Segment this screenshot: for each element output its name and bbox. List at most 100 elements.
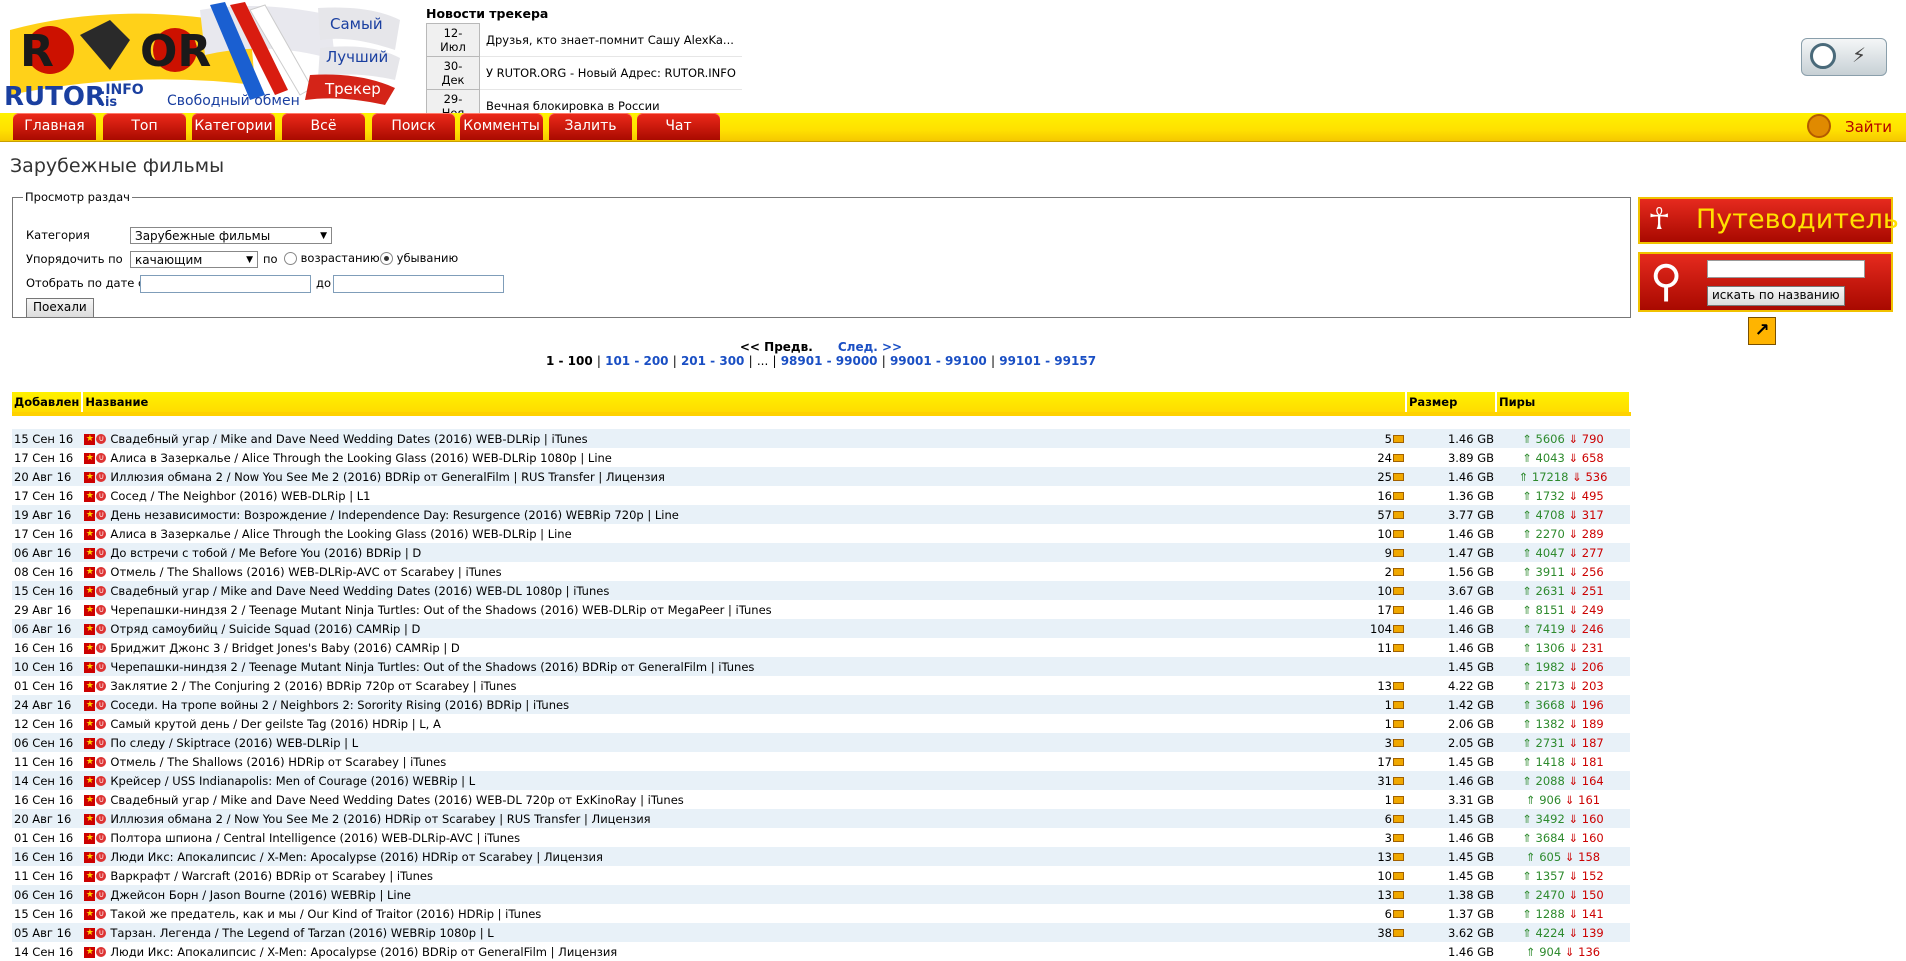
lightning-icon[interactable]: ⚡: [1852, 43, 1866, 67]
torrent-link[interactable]: Заклятие 2 / The Conjuring 2 (2016) BDRi…: [110, 679, 516, 693]
search-input[interactable]: [1707, 260, 1865, 278]
sort-desc-option[interactable]: убыванию: [380, 251, 458, 265]
magnet-icon[interactable]: ∪: [96, 757, 107, 767]
row-comments[interactable]: 5: [1342, 429, 1406, 448]
magnet-icon[interactable]: ∪: [96, 890, 107, 900]
search-button[interactable]: искать по названию: [1707, 286, 1845, 306]
category-select[interactable]: Зарубежные фильмы ▼: [130, 227, 332, 244]
magnet-icon[interactable]: ∪: [96, 719, 107, 729]
download-icon[interactable]: ★: [84, 433, 96, 445]
row-comments[interactable]: 13: [1342, 885, 1406, 904]
torrent-link[interactable]: По следу / Skiptrace (2016) WEB-DLRip | …: [110, 736, 358, 750]
download-icon[interactable]: ★: [84, 889, 96, 901]
row-comments[interactable]: 1: [1342, 695, 1406, 714]
row-comments[interactable]: 1: [1342, 714, 1406, 733]
login-widget[interactable]: ⚡: [1801, 38, 1887, 76]
row-comments[interactable]: 17: [1342, 752, 1406, 771]
magnet-icon[interactable]: ∪: [96, 738, 107, 748]
header-name[interactable]: Название: [82, 392, 1407, 416]
torrent-link[interactable]: Черепашки-ниндзя 2 / Teenage Mutant Ninj…: [110, 660, 754, 674]
row-comments[interactable]: 1: [1342, 790, 1406, 809]
torrent-link[interactable]: Отмель / The Shallows (2016) HDRip от Sc…: [110, 755, 446, 769]
torrent-link[interactable]: Джейсон Борн / Jason Bourne (2016) WEBRi…: [110, 888, 411, 902]
news-item[interactable]: 30-Дек У RUTOR.ORG - Новый Адрес: RUTOR.…: [426, 56, 742, 90]
torrent-link[interactable]: Отмель / The Shallows (2016) WEB-DLRip-A…: [110, 565, 501, 579]
row-comments[interactable]: 16: [1342, 486, 1406, 505]
torrent-link[interactable]: Люди Икс: Апокалипсис / X-Men: Apocalyps…: [110, 850, 603, 864]
drop-icon[interactable]: [1810, 43, 1836, 69]
date-to-input[interactable]: [333, 275, 504, 293]
row-comments[interactable]: 57: [1342, 505, 1406, 524]
download-icon[interactable]: ★: [84, 661, 96, 673]
download-icon[interactable]: ★: [84, 775, 96, 787]
download-icon[interactable]: ★: [84, 604, 96, 616]
pager-next-link[interactable]: След. >>: [838, 340, 902, 354]
torrent-link[interactable]: Алиса в Зазеркалье / Alice Through the L…: [110, 451, 612, 465]
news-text[interactable]: У RUTOR.ORG - Новый Адрес: RUTOR.INFO: [479, 56, 742, 90]
magnet-icon[interactable]: ∪: [96, 605, 107, 615]
torrent-link[interactable]: Крейсер / USS Indianapolis: Men of Coura…: [110, 774, 475, 788]
download-icon[interactable]: ★: [84, 680, 96, 692]
download-icon[interactable]: ★: [84, 471, 96, 483]
download-icon[interactable]: ★: [84, 547, 96, 559]
row-comments[interactable]: 25: [1342, 467, 1406, 486]
magnet-icon[interactable]: ∪: [96, 909, 107, 919]
pager-link[interactable]: 99101 - 99157: [999, 354, 1096, 368]
download-icon[interactable]: ★: [84, 566, 96, 578]
download-icon[interactable]: ★: [84, 718, 96, 730]
sort-desc-radio[interactable]: [380, 252, 393, 265]
magnet-icon[interactable]: ∪: [96, 871, 107, 881]
download-icon[interactable]: ★: [84, 832, 96, 844]
download-icon[interactable]: ★: [84, 623, 96, 635]
news-text[interactable]: Друзья, кто знает-помнит Сашу AlexKa...: [479, 23, 742, 57]
arrow-up-right-icon[interactable]: ↗: [1748, 317, 1776, 345]
magnet-icon[interactable]: ∪: [96, 681, 107, 691]
site-logo[interactable]: R OR RUTOR .INFO .is Самый Лучший Трекер…: [0, 0, 410, 112]
menu-item-all[interactable]: Всё: [282, 113, 365, 140]
magnet-icon[interactable]: ∪: [96, 643, 107, 653]
pager-link[interactable]: 101 - 200: [605, 354, 668, 368]
filter-submit-button[interactable]: Поехали: [26, 298, 94, 318]
row-comments[interactable]: 24: [1342, 448, 1406, 467]
magnet-icon[interactable]: ∪: [96, 624, 107, 634]
header-peers[interactable]: Пиры: [1496, 392, 1631, 416]
pager-link[interactable]: 98901 - 99000: [781, 354, 878, 368]
pager-link[interactable]: 99001 - 99100: [890, 354, 987, 368]
magnet-icon[interactable]: ∪: [96, 491, 107, 501]
magnet-icon[interactable]: ∪: [96, 928, 107, 938]
torrent-link[interactable]: Тарзан. Легенда / The Legend of Tarzan (…: [110, 926, 493, 940]
magnet-icon[interactable]: ∪: [96, 472, 107, 482]
magnet-icon[interactable]: ∪: [96, 586, 107, 596]
download-icon[interactable]: ★: [84, 756, 96, 768]
row-comments[interactable]: 13: [1342, 847, 1406, 866]
torrent-link[interactable]: Сосед / The Neighbor (2016) WEB-DLRip | …: [110, 489, 370, 503]
row-comments[interactable]: 13: [1342, 676, 1406, 695]
login-link[interactable]: Зайти: [1806, 113, 1892, 141]
magnet-icon[interactable]: ∪: [96, 700, 107, 710]
download-icon[interactable]: ★: [84, 585, 96, 597]
download-icon[interactable]: ★: [84, 813, 96, 825]
download-icon[interactable]: ★: [84, 851, 96, 863]
magnet-icon[interactable]: ∪: [96, 548, 107, 558]
sort-select[interactable]: качающим ▼: [130, 251, 258, 268]
torrent-link[interactable]: Самый крутой день / Der geilste Tag (201…: [110, 717, 440, 731]
download-icon[interactable]: ★: [84, 927, 96, 939]
row-comments[interactable]: 3: [1342, 733, 1406, 752]
row-comments[interactable]: 17: [1342, 600, 1406, 619]
menu-item-top[interactable]: Топ: [103, 113, 186, 140]
row-comments[interactable]: 9: [1342, 543, 1406, 562]
magnet-icon[interactable]: ∪: [96, 662, 107, 672]
torrent-link[interactable]: Свадебный угар / Mike and Dave Need Wedd…: [110, 793, 683, 807]
menu-item-categories[interactable]: Категории: [192, 113, 275, 140]
torrent-link[interactable]: Иллюзия обмана 2 / Now You See Me 2 (201…: [110, 812, 650, 826]
torrent-link[interactable]: Соседи. На тропе войны 2 / Neighbors 2: …: [110, 698, 569, 712]
download-icon[interactable]: ★: [84, 699, 96, 711]
magnet-icon[interactable]: ∪: [96, 453, 107, 463]
download-icon[interactable]: ★: [84, 908, 96, 920]
torrent-link[interactable]: Иллюзия обмана 2 / Now You See Me 2 (201…: [110, 470, 665, 484]
magnet-icon[interactable]: ∪: [96, 567, 107, 577]
magnet-icon[interactable]: ∪: [96, 795, 107, 805]
row-comments[interactable]: 10: [1342, 866, 1406, 885]
download-icon[interactable]: ★: [84, 642, 96, 654]
menu-item-home[interactable]: Главная: [13, 113, 96, 140]
